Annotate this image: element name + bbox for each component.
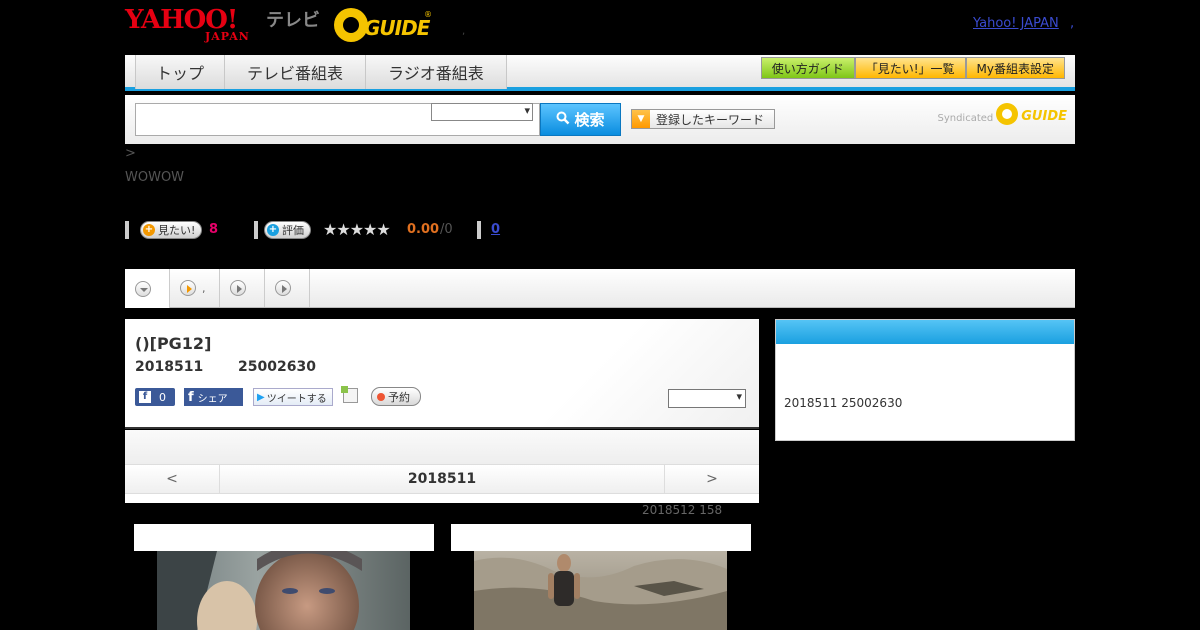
twitter-bird-icon: ▶: [257, 391, 265, 403]
yahoo-japan-logo[interactable]: YAHOO! JAPAN: [125, 6, 263, 43]
rating-divider: [477, 221, 481, 239]
nav-tab-radio-schedule[interactable]: ラジオ番組表: [366, 55, 507, 89]
add-calendar-icon[interactable]: [341, 386, 358, 403]
reserve-label: 予約: [388, 390, 410, 404]
sidebar-header: [776, 320, 1074, 344]
program-subheader-band: [125, 430, 759, 464]
search-category-select[interactable]: [431, 103, 533, 121]
rating-count: /0: [440, 222, 453, 237]
tab-program-info[interactable]: [125, 269, 170, 308]
program-photo[interactable]: [157, 551, 410, 630]
sidebar-broadcast-info: 2018511 25002630: [775, 319, 1075, 441]
rating-divider: [125, 221, 129, 239]
main-nav: トップ テレビ番組表 ラジオ番組表 使い方ガイド 「見たい!」一覧 My番組表設…: [125, 55, 1075, 91]
star-rating-icons: ★★★★★: [323, 220, 391, 239]
tweet-label: ツイートする: [266, 393, 327, 405]
gguide-g-icon: [334, 8, 368, 42]
reserve-button[interactable]: 予約: [371, 387, 421, 406]
current-date: 2018511: [407, 471, 477, 487]
tab-fourth[interactable]: [265, 269, 310, 307]
tab-third[interactable]: [220, 269, 265, 307]
review-count-link[interactable]: 0: [491, 222, 500, 237]
program-date: 2018511: [135, 359, 204, 375]
rate-label: 評価: [282, 224, 304, 237]
syndicated-gguide-logo: Syndicated GUIDE: [937, 103, 1067, 125]
rating-score: 0.00: [407, 222, 440, 237]
photo-panel-header: [134, 524, 434, 551]
facebook-share-button[interactable]: f シェア: [184, 388, 243, 406]
program-card: ()[PG12] 2018511 25002630 f 0 f シェア ▶ ツイ…: [125, 319, 759, 429]
facebook-icon: f: [139, 391, 151, 403]
search-button[interactable]: 検索: [540, 103, 621, 136]
date-navigation: < 2018511 >: [125, 464, 759, 494]
registered-keyword-label: 登録したキーワード: [656, 112, 765, 127]
search-area: 検索 ▼ 登録したキーワード Syndicated GUIDE: [125, 95, 1075, 144]
previous-date-button[interactable]: <: [125, 465, 220, 493]
gguide-logo[interactable]: GUIDE ®: [334, 6, 434, 42]
content-tabstrip: ,: [125, 269, 1075, 308]
tv-logo-text: テレビ: [266, 10, 320, 31]
date-nav-footer: [125, 494, 759, 503]
syndicated-guide-text: GUIDE: [1021, 108, 1067, 124]
program-id: 25002630: [238, 359, 316, 375]
nav-buttons: 使い方ガイド 「見たい!」一覧 My番組表設定: [760, 57, 1065, 79]
registered-mark: ®: [424, 10, 432, 19]
play-circle-icon: [275, 280, 291, 296]
search-icon: [556, 111, 570, 129]
usage-guide-button[interactable]: 使い方ガイド: [760, 57, 855, 79]
facebook-like-button[interactable]: f 0: [135, 388, 175, 406]
play-circle-icon: [180, 280, 196, 296]
yahoo-japan-link[interactable]: Yahoo! JAPAN: [973, 16, 1059, 31]
gguide-logo-text: GUIDE: [364, 16, 430, 40]
tab-second[interactable]: ,: [170, 269, 220, 307]
channel-name: WOWOW: [125, 170, 185, 185]
mitai-list-button[interactable]: 「見たい!」一覧: [854, 57, 966, 79]
nav-tab-top[interactable]: トップ: [136, 55, 226, 89]
plus-icon: +: [267, 224, 279, 236]
mitai-label: 見たい!: [158, 224, 196, 237]
photo-panel-header: [451, 524, 751, 551]
chevron-down-circle-icon: [135, 280, 151, 297]
rating-divider: [254, 221, 258, 239]
mitai-count: 8: [209, 222, 219, 237]
nav-tab-tv-schedule[interactable]: テレビ番組表: [225, 55, 367, 89]
my-schedule-settings-button[interactable]: My番組表設定: [965, 57, 1065, 79]
search-button-label: 検索: [574, 111, 605, 129]
program-title: ()[PG12]: [135, 334, 212, 353]
program-photo[interactable]: [474, 551, 727, 630]
sidebar-broadcast-text: 2018511 25002630: [784, 396, 903, 410]
tab-second-label: ,: [202, 281, 206, 295]
plus-icon: +: [143, 224, 155, 236]
facebook-icon: f: [188, 389, 194, 405]
breadcrumb[interactable]: >: [125, 146, 136, 161]
facebook-like-count: 0: [159, 390, 166, 404]
mitai-button[interactable]: + 見たい!: [140, 221, 203, 239]
japan-logo-text: JAPAN: [205, 30, 250, 43]
tweet-button[interactable]: ▶ ツイートする: [253, 388, 333, 406]
next-date-button[interactable]: >: [664, 465, 759, 493]
program-action-select[interactable]: [668, 389, 746, 408]
registered-keyword-button[interactable]: ▼ 登録したキーワード: [631, 109, 775, 129]
updated-timestamp: 2018512 158: [642, 503, 723, 517]
share-label: シェア: [197, 393, 228, 405]
header-separator: ,: [462, 26, 466, 37]
yahoo-japan-suffix: ,: [1070, 16, 1075, 31]
syndicated-label: Syndicated: [937, 112, 994, 124]
gguide-small-g-icon: [996, 103, 1019, 125]
triangle-down-icon: ▼: [632, 110, 650, 128]
play-circle-icon: [230, 280, 246, 296]
rate-button[interactable]: + 評価: [264, 221, 311, 239]
record-dot-icon: [377, 392, 385, 401]
nav-tabs: トップ テレビ番組表 ラジオ番組表: [135, 55, 507, 89]
